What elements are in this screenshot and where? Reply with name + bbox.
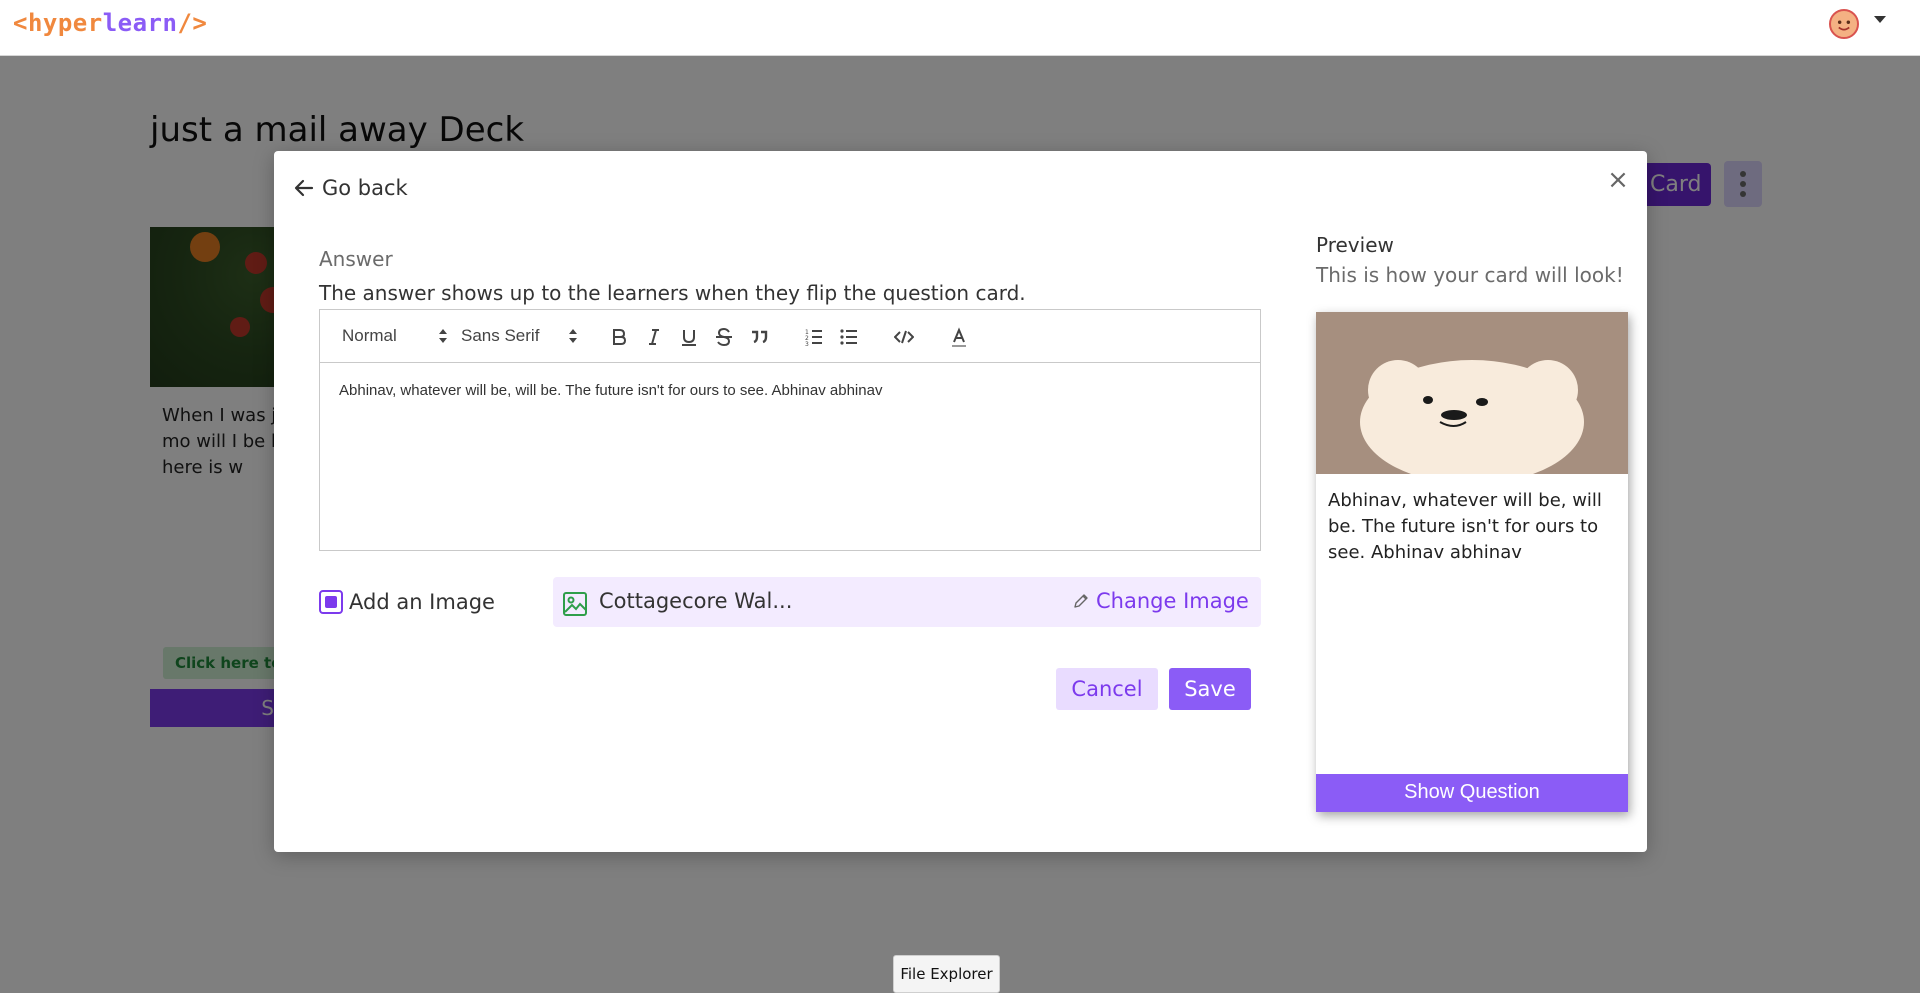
top-app-bar: <hyperlearn/> bbox=[0, 0, 1920, 56]
editor-toolbar: Normal Sans Serif 1 2 3 bbox=[320, 310, 1260, 363]
editor-content[interactable]: Abhinav, whatever will be, will be. The … bbox=[339, 382, 1239, 399]
logo-learn: learn bbox=[102, 9, 178, 37]
preview-subtitle: This is how your card will look! bbox=[1316, 263, 1624, 287]
answer-description: The answer shows up to the learners when… bbox=[319, 281, 1026, 305]
hyperlearn-logo[interactable]: <hyperlearn/> bbox=[13, 9, 207, 37]
preview-title: Preview bbox=[1316, 233, 1394, 257]
select-arrows-icon bbox=[569, 329, 577, 343]
underline-icon[interactable] bbox=[676, 324, 702, 350]
go-back-label: Go back bbox=[322, 176, 408, 200]
edit-answer-modal: Go back × Answer The answer shows up to … bbox=[274, 151, 1647, 852]
close-icon[interactable]: × bbox=[1603, 165, 1633, 195]
image-icon bbox=[563, 592, 587, 616]
text-color-icon[interactable] bbox=[946, 324, 972, 350]
code-block-icon[interactable] bbox=[891, 324, 917, 350]
cancel-button[interactable]: Cancel bbox=[1056, 668, 1158, 710]
bear-illustration bbox=[1316, 312, 1628, 474]
preview-card: Abhinav, whatever will be, will be. The … bbox=[1316, 312, 1628, 812]
select-arrows-icon bbox=[439, 329, 447, 343]
user-avatar[interactable] bbox=[1829, 9, 1859, 39]
pencil-icon bbox=[1074, 594, 1088, 608]
preview-card-text: Abhinav, whatever will be, will be. The … bbox=[1328, 490, 1602, 563]
bold-icon[interactable] bbox=[606, 324, 632, 350]
add-image-label: Add an Image bbox=[349, 590, 495, 614]
user-menu-caret-icon[interactable] bbox=[1874, 16, 1886, 23]
image-file-name: Cottagecore Wal... bbox=[599, 589, 793, 613]
go-back-button[interactable]: Go back bbox=[292, 173, 408, 203]
show-question-button[interactable]: Show Question bbox=[1316, 774, 1628, 812]
bullet-list-icon[interactable] bbox=[836, 324, 862, 350]
save-button[interactable]: Save bbox=[1169, 668, 1251, 710]
text-size-value: Normal bbox=[342, 326, 397, 345]
logo-hyper: hyper bbox=[27, 9, 103, 37]
avatar-face-icon bbox=[1831, 11, 1857, 37]
font-family-select[interactable]: Sans Serif bbox=[461, 326, 581, 346]
font-family-value: Sans Serif bbox=[461, 326, 540, 345]
italic-icon[interactable] bbox=[641, 324, 667, 350]
change-image-label: Change Image bbox=[1096, 589, 1249, 613]
file-explorer-tooltip: File Explorer bbox=[893, 955, 1000, 993]
rich-text-editor: Normal Sans Serif 1 2 3 Abhinav, whateve… bbox=[319, 309, 1261, 551]
add-image-checkbox[interactable] bbox=[319, 590, 343, 614]
answer-label: Answer bbox=[319, 247, 393, 271]
add-image-toggle[interactable]: Add an Image bbox=[319, 586, 495, 618]
change-image-button[interactable]: Change Image bbox=[1072, 589, 1249, 613]
arrow-left-icon bbox=[294, 179, 314, 197]
logo-open-bracket: < bbox=[13, 9, 28, 37]
ordered-list-icon[interactable]: 123 bbox=[801, 324, 827, 350]
preview-card-image bbox=[1316, 312, 1628, 474]
strikethrough-icon[interactable] bbox=[711, 324, 737, 350]
svg-text:3: 3 bbox=[805, 341, 809, 347]
logo-close-bracket: /> bbox=[177, 9, 208, 37]
selected-image-row: Cottagecore Wal... Change Image bbox=[553, 577, 1261, 627]
text-size-select[interactable]: Normal bbox=[342, 326, 447, 346]
blockquote-icon[interactable] bbox=[746, 324, 772, 350]
